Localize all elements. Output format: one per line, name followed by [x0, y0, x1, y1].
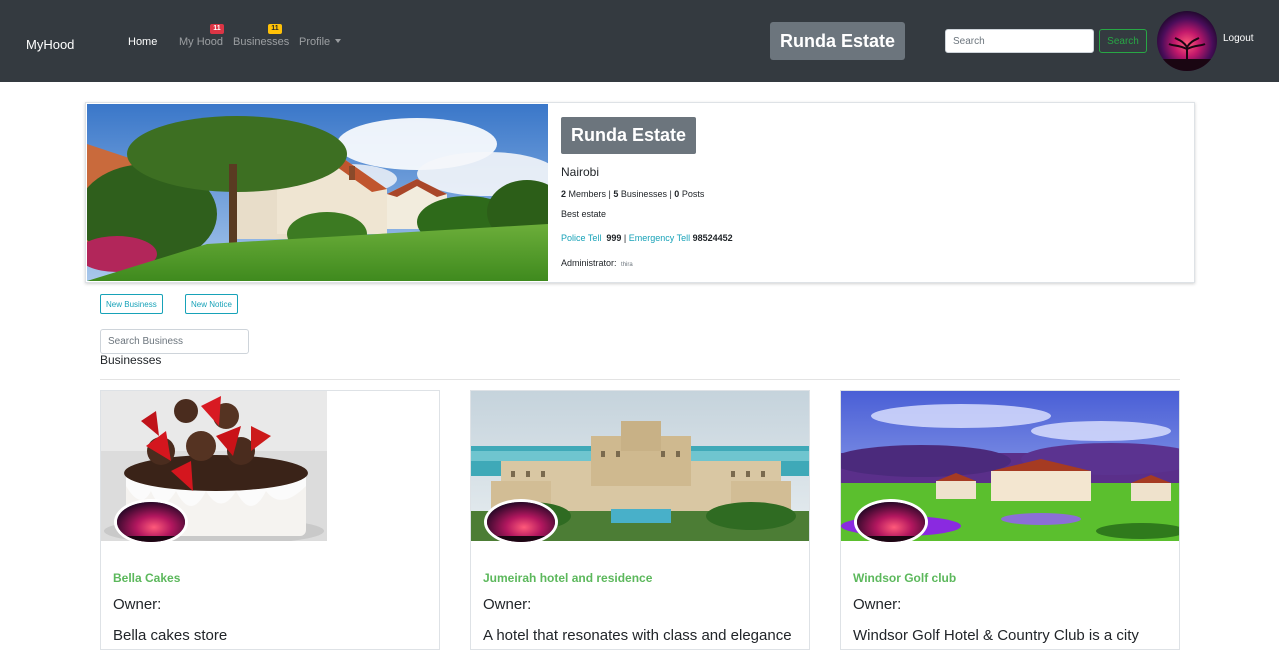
- business-owner-label: Owner:: [113, 596, 162, 613]
- hood-description: Best estate: [561, 209, 607, 219]
- nav-home[interactable]: Home: [128, 36, 157, 48]
- business-card[interactable]: Windsor Golf club Owner: Windsor Golf Ho…: [840, 390, 1180, 650]
- business-card[interactable]: Bella Cakes Owner: Bella cakes store: [100, 390, 440, 650]
- business-avatar: [484, 499, 558, 545]
- nav-search-button[interactable]: Search: [1099, 29, 1147, 53]
- my-hood-count-badge: 11: [210, 24, 224, 34]
- top-navbar: MyHood Home My Hood 11 Businesses 11 Pro…: [0, 0, 1279, 82]
- business-owner-label: Owner:: [853, 596, 902, 613]
- business-name[interactable]: Windsor Golf club: [853, 571, 956, 585]
- hood-name-badge: Runda Estate: [561, 117, 697, 154]
- estate-image: [87, 104, 548, 281]
- posts-label: Posts: [681, 189, 705, 199]
- business-avatar: [114, 499, 188, 545]
- businesses-count-badge: 11: [268, 24, 282, 34]
- members-count: 2: [561, 189, 567, 199]
- business-name[interactable]: Bella Cakes: [113, 571, 180, 585]
- business-owner-label: Owner:: [483, 596, 532, 613]
- police-tell-link[interactable]: Police Tell: [561, 233, 601, 243]
- hood-administrator: Administrator: thira: [561, 258, 633, 268]
- business-name[interactable]: Jumeirah hotel and residence: [483, 571, 652, 585]
- businesses-heading: Businesses: [100, 353, 162, 367]
- nav-profile-label: Profile: [299, 36, 331, 48]
- avatar-image: [1157, 11, 1217, 71]
- nav-search-input[interactable]: [945, 29, 1094, 53]
- business-description: A hotel that resonates with class and el…: [483, 627, 792, 644]
- chevron-down-icon: [335, 39, 342, 43]
- logout-link[interactable]: Logout: [1223, 33, 1254, 44]
- business-description: Windsor Golf Hotel & Country Club is a c…: [853, 627, 1139, 644]
- businesses-label: Businesses: [620, 189, 667, 199]
- police-number: 999: [606, 233, 622, 243]
- hood-profile-card: Runda Estate Nairobi 2 Members | 5 Busin…: [85, 102, 1195, 283]
- brand-logo[interactable]: MyHood: [26, 37, 74, 52]
- current-estate-badge: Runda Estate: [770, 22, 905, 60]
- administrator-label: Administrator:: [561, 258, 617, 268]
- new-notice-button[interactable]: New Notice: [185, 294, 238, 314]
- emergency-number: 98524452: [692, 233, 733, 243]
- new-business-button[interactable]: New Business: [100, 294, 163, 314]
- nav-businesses[interactable]: Businesses: [233, 36, 289, 48]
- nav-profile-dropdown[interactable]: Profile: [299, 36, 342, 48]
- business-avatar: [854, 499, 928, 545]
- emergency-tell-link[interactable]: Emergency Tell: [629, 233, 690, 243]
- estate-photo: [87, 104, 548, 281]
- businesses-count: 5: [613, 189, 619, 199]
- search-business-input[interactable]: [100, 329, 249, 354]
- hood-contacts: Police Tell 999 | Emergency Tell 9852445…: [561, 233, 733, 243]
- user-avatar[interactable]: [1157, 11, 1217, 71]
- hood-stats: 2 Members | 5 Businesses | 0 Posts: [561, 189, 705, 199]
- members-label: Members: [568, 189, 607, 199]
- business-description: Bella cakes store: [113, 627, 228, 644]
- nav-my-hood[interactable]: My Hood: [179, 36, 223, 48]
- posts-count: 0: [674, 189, 680, 199]
- administrator-name: thira: [621, 262, 633, 268]
- hood-city: Nairobi: [561, 165, 600, 179]
- business-card[interactable]: Jumeirah hotel and residence Owner: A ho…: [470, 390, 810, 650]
- divider: [100, 379, 1180, 380]
